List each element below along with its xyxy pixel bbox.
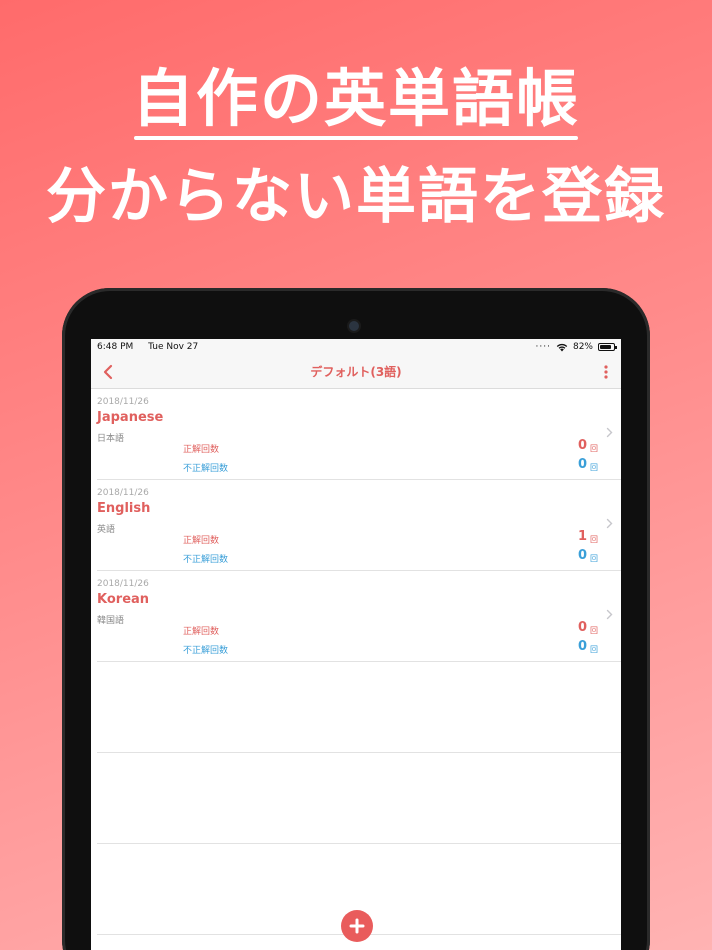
status-time: 6:48 PM — [97, 342, 134, 352]
more-options-button[interactable] — [599, 363, 613, 381]
incorrect-count-value: 0 — [577, 548, 587, 563]
incorrect-count-value: 0 — [577, 639, 587, 654]
correct-count-label: 正解回数 — [183, 627, 220, 637]
chevron-right-icon — [606, 427, 613, 438]
battery-fill — [600, 345, 611, 349]
word-date: 2018/11/26 — [97, 397, 149, 407]
correct-count-value: 0 — [577, 438, 587, 453]
correct-count-unit: 回 — [590, 626, 598, 635]
correct-count-unit: 回 — [590, 444, 598, 453]
add-word-button[interactable] — [341, 910, 373, 942]
correct-count-label: 正解回数 — [183, 445, 220, 455]
word-list: 2018/11/26 Japanese 日本語 正解回数 0 回 不正解回数 0… — [91, 389, 621, 935]
word-date: 2018/11/26 — [97, 579, 149, 589]
table-row[interactable]: 2018/11/26 Japanese 日本語 正解回数 0 回 不正解回数 0… — [97, 389, 621, 480]
chevron-right-icon — [606, 518, 613, 529]
word-meaning: 日本語 — [97, 434, 125, 444]
correct-count-value: 0 — [577, 620, 587, 635]
empty-row — [97, 662, 621, 753]
incorrect-count-label: 不正解回数 — [183, 464, 229, 474]
battery-percent: 82% — [572, 342, 593, 352]
table-row[interactable]: 2018/11/26 English 英語 正解回数 1 回 不正解回数 0 回 — [97, 480, 621, 571]
word-text: Japanese — [97, 410, 164, 425]
promo-headline-2: 分からない単語を登録 — [46, 162, 666, 232]
chevron-left-icon — [103, 364, 113, 380]
navigation-bar: デフォルト(3語) — [91, 355, 621, 389]
promo-headline-1: 自作の英単語帳 — [131, 62, 580, 135]
word-meaning: 韓国語 — [97, 616, 125, 626]
word-meaning: 英語 — [97, 525, 116, 535]
page-title: デフォルト(3語) — [310, 365, 402, 379]
battery-icon — [598, 343, 617, 351]
incorrect-count-unit: 回 — [590, 645, 598, 654]
chevron-right-icon — [606, 609, 613, 620]
status-date: Tue Nov 27 — [148, 342, 199, 352]
empty-row — [97, 753, 621, 844]
back-button[interactable] — [97, 361, 119, 383]
word-text: English — [97, 501, 151, 516]
incorrect-count-label: 不正解回数 — [183, 555, 229, 565]
correct-count-unit: 回 — [590, 535, 598, 544]
signal-dots-icon: ···· — [535, 342, 551, 352]
incorrect-count-label: 不正解回数 — [183, 646, 229, 656]
incorrect-count-unit: 回 — [590, 463, 598, 472]
incorrect-count-unit: 回 — [590, 554, 598, 563]
correct-count-value: 1 — [577, 529, 587, 544]
word-text: Korean — [97, 592, 150, 607]
correct-count-label: 正解回数 — [183, 536, 220, 546]
word-date: 2018/11/26 — [97, 488, 149, 498]
plus-icon — [349, 918, 365, 934]
camera-lens — [349, 321, 359, 331]
app-screen: 6:48 PM Tue Nov 27 ···· 82% デフォルト(3語) 20… — [91, 339, 621, 950]
status-bar: 6:48 PM Tue Nov 27 ···· 82% — [91, 339, 621, 355]
ipad-device-frame: 6:48 PM Tue Nov 27 ···· 82% デフォルト(3語) 20… — [62, 288, 650, 950]
more-vertical-icon — [604, 365, 608, 379]
wifi-icon — [556, 343, 568, 351]
incorrect-count-value: 0 — [577, 457, 587, 472]
table-row[interactable]: 2018/11/26 Korean 韓国語 正解回数 0 回 不正解回数 0 回 — [97, 571, 621, 662]
headline-underline — [134, 136, 578, 140]
